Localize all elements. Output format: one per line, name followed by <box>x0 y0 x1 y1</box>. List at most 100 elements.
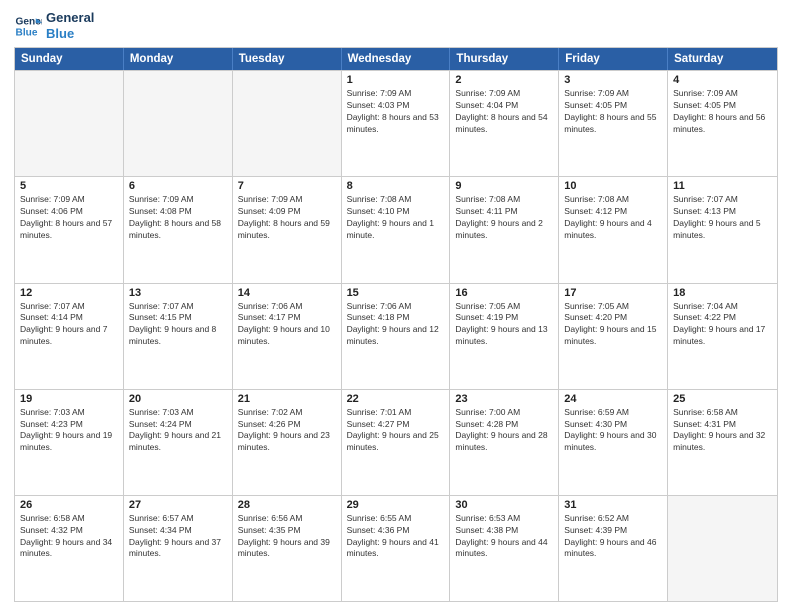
day-info: Sunrise: 7:09 AM Sunset: 4:05 PM Dayligh… <box>673 88 772 136</box>
day-info: Sunrise: 6:57 AM Sunset: 4:34 PM Dayligh… <box>129 513 227 561</box>
day-info: Sunrise: 7:09 AM Sunset: 4:03 PM Dayligh… <box>347 88 445 136</box>
day-number: 9 <box>455 180 553 192</box>
day-cell-26: 26 Sunrise: 6:58 AM Sunset: 4:32 PM Dayli… <box>15 496 124 601</box>
day-number: 12 <box>20 287 118 299</box>
day-cell-31: 31 Sunrise: 6:52 AM Sunset: 4:39 PM Dayli… <box>559 496 668 601</box>
day-info: Sunrise: 7:03 AM Sunset: 4:24 PM Dayligh… <box>129 407 227 455</box>
day-number: 16 <box>455 287 553 299</box>
day-number: 22 <box>347 393 445 405</box>
day-number: 27 <box>129 499 227 511</box>
day-number: 2 <box>455 74 553 86</box>
logo: General Blue General Blue <box>14 10 94 41</box>
day-info: Sunrise: 7:09 AM Sunset: 4:09 PM Dayligh… <box>238 194 336 242</box>
day-cell-25: 25 Sunrise: 6:58 AM Sunset: 4:31 PM Dayli… <box>668 390 777 495</box>
day-number: 18 <box>673 287 772 299</box>
day-number: 10 <box>564 180 662 192</box>
day-info: Sunrise: 6:52 AM Sunset: 4:39 PM Dayligh… <box>564 513 662 561</box>
logo-general: General <box>46 10 94 26</box>
day-cell-11: 11Sunrise: 7:07 AM Sunset: 4:13 PM Dayli… <box>668 177 777 282</box>
day-cell-19: 19 Sunrise: 7:03 AM Sunset: 4:23 PM Dayli… <box>15 390 124 495</box>
day-number: 20 <box>129 393 227 405</box>
day-number: 26 <box>20 499 118 511</box>
day-number: 4 <box>673 74 772 86</box>
calendar-body: 1 Sunrise: 7:09 AM Sunset: 4:03 PM Daylig… <box>15 70 777 601</box>
day-number: 28 <box>238 499 336 511</box>
day-info: Sunrise: 7:00 AM Sunset: 4:28 PM Dayligh… <box>455 407 553 455</box>
empty-cell <box>668 496 777 601</box>
day-info: Sunrise: 7:05 AM Sunset: 4:19 PM Dayligh… <box>455 301 553 349</box>
day-info: Sunrise: 7:08 AM Sunset: 4:11 PM Dayligh… <box>455 194 553 242</box>
day-info: Sunrise: 7:05 AM Sunset: 4:20 PM Dayligh… <box>564 301 662 349</box>
weekday-header-wednesday: Wednesday <box>342 48 451 70</box>
day-cell-7: 7 Sunrise: 7:09 AM Sunset: 4:09 PM Daylig… <box>233 177 342 282</box>
day-cell-12: 12 Sunrise: 7:07 AM Sunset: 4:14 PM Dayli… <box>15 284 124 389</box>
page: General Blue General Blue SundayMondayTu… <box>0 0 792 612</box>
day-cell-14: 14 Sunrise: 7:06 AM Sunset: 4:17 PM Dayli… <box>233 284 342 389</box>
day-cell-13: 13Sunrise: 7:07 AM Sunset: 4:15 PM Dayli… <box>124 284 233 389</box>
day-info: Sunrise: 7:06 AM Sunset: 4:18 PM Dayligh… <box>347 301 445 349</box>
day-number: 17 <box>564 287 662 299</box>
weekday-header-saturday: Saturday <box>668 48 777 70</box>
day-number: 7 <box>238 180 336 192</box>
day-info: Sunrise: 6:53 AM Sunset: 4:38 PM Dayligh… <box>455 513 553 561</box>
day-number: 21 <box>238 393 336 405</box>
header: General Blue General Blue <box>14 10 778 41</box>
day-cell-30: 30Sunrise: 6:53 AM Sunset: 4:38 PM Dayli… <box>450 496 559 601</box>
svg-text:Blue: Blue <box>16 27 38 38</box>
day-cell-4: 4 Sunrise: 7:09 AM Sunset: 4:05 PM Daylig… <box>668 71 777 176</box>
day-number: 31 <box>564 499 662 511</box>
day-info: Sunrise: 7:09 AM Sunset: 4:04 PM Dayligh… <box>455 88 553 136</box>
day-number: 3 <box>564 74 662 86</box>
day-cell-15: 15 Sunrise: 7:06 AM Sunset: 4:18 PM Dayli… <box>342 284 451 389</box>
empty-cell <box>15 71 124 176</box>
day-info: Sunrise: 7:06 AM Sunset: 4:17 PM Dayligh… <box>238 301 336 349</box>
weekday-header-tuesday: Tuesday <box>233 48 342 70</box>
day-number: 13 <box>129 287 227 299</box>
day-info: Sunrise: 6:58 AM Sunset: 4:31 PM Dayligh… <box>673 407 772 455</box>
day-number: 8 <box>347 180 445 192</box>
day-number: 11 <box>673 180 772 192</box>
day-info: Sunrise: 6:59 AM Sunset: 4:30 PM Dayligh… <box>564 407 662 455</box>
day-cell-22: 22Sunrise: 7:01 AM Sunset: 4:27 PM Dayli… <box>342 390 451 495</box>
day-number: 14 <box>238 287 336 299</box>
day-cell-3: 3 Sunrise: 7:09 AM Sunset: 4:05 PM Daylig… <box>559 71 668 176</box>
day-cell-6: 6Sunrise: 7:09 AM Sunset: 4:08 PM Daylig… <box>124 177 233 282</box>
week-row-5: 26 Sunrise: 6:58 AM Sunset: 4:32 PM Dayli… <box>15 495 777 601</box>
empty-cell <box>124 71 233 176</box>
day-info: Sunrise: 7:08 AM Sunset: 4:12 PM Dayligh… <box>564 194 662 242</box>
day-info: Sunrise: 6:56 AM Sunset: 4:35 PM Dayligh… <box>238 513 336 561</box>
day-number: 15 <box>347 287 445 299</box>
day-info: Sunrise: 7:07 AM Sunset: 4:14 PM Dayligh… <box>20 301 118 349</box>
day-info: Sunrise: 7:02 AM Sunset: 4:26 PM Dayligh… <box>238 407 336 455</box>
week-row-3: 12 Sunrise: 7:07 AM Sunset: 4:14 PM Dayli… <box>15 283 777 389</box>
day-cell-5: 5 Sunrise: 7:09 AM Sunset: 4:06 PM Daylig… <box>15 177 124 282</box>
day-info: Sunrise: 7:03 AM Sunset: 4:23 PM Dayligh… <box>20 407 118 455</box>
weekday-header-sunday: Sunday <box>15 48 124 70</box>
day-info: Sunrise: 7:09 AM Sunset: 4:08 PM Dayligh… <box>129 194 227 242</box>
day-info: Sunrise: 6:55 AM Sunset: 4:36 PM Dayligh… <box>347 513 445 561</box>
logo-blue: Blue <box>46 26 94 42</box>
day-cell-2: 2 Sunrise: 7:09 AM Sunset: 4:04 PM Daylig… <box>450 71 559 176</box>
day-number: 19 <box>20 393 118 405</box>
day-cell-23: 23Sunrise: 7:00 AM Sunset: 4:28 PM Dayli… <box>450 390 559 495</box>
day-cell-8: 8Sunrise: 7:08 AM Sunset: 4:10 PM Daylig… <box>342 177 451 282</box>
day-number: 5 <box>20 180 118 192</box>
day-cell-9: 9 Sunrise: 7:08 AM Sunset: 4:11 PM Daylig… <box>450 177 559 282</box>
day-info: Sunrise: 7:09 AM Sunset: 4:05 PM Dayligh… <box>564 88 662 136</box>
day-info: Sunrise: 7:09 AM Sunset: 4:06 PM Dayligh… <box>20 194 118 242</box>
day-cell-17: 17 Sunrise: 7:05 AM Sunset: 4:20 PM Dayli… <box>559 284 668 389</box>
week-row-4: 19 Sunrise: 7:03 AM Sunset: 4:23 PM Dayli… <box>15 389 777 495</box>
day-cell-27: 27 Sunrise: 6:57 AM Sunset: 4:34 PM Dayli… <box>124 496 233 601</box>
day-info: Sunrise: 6:58 AM Sunset: 4:32 PM Dayligh… <box>20 513 118 561</box>
day-cell-29: 29Sunrise: 6:55 AM Sunset: 4:36 PM Dayli… <box>342 496 451 601</box>
day-cell-1: 1 Sunrise: 7:09 AM Sunset: 4:03 PM Daylig… <box>342 71 451 176</box>
day-cell-28: 28 Sunrise: 6:56 AM Sunset: 4:35 PM Dayli… <box>233 496 342 601</box>
logo-icon: General Blue <box>14 12 42 40</box>
day-cell-21: 21 Sunrise: 7:02 AM Sunset: 4:26 PM Dayli… <box>233 390 342 495</box>
day-cell-18: 18Sunrise: 7:04 AM Sunset: 4:22 PM Dayli… <box>668 284 777 389</box>
day-number: 25 <box>673 393 772 405</box>
day-number: 1 <box>347 74 445 86</box>
day-cell-16: 16 Sunrise: 7:05 AM Sunset: 4:19 PM Dayli… <box>450 284 559 389</box>
day-number: 24 <box>564 393 662 405</box>
day-cell-24: 24 Sunrise: 6:59 AM Sunset: 4:30 PM Dayli… <box>559 390 668 495</box>
